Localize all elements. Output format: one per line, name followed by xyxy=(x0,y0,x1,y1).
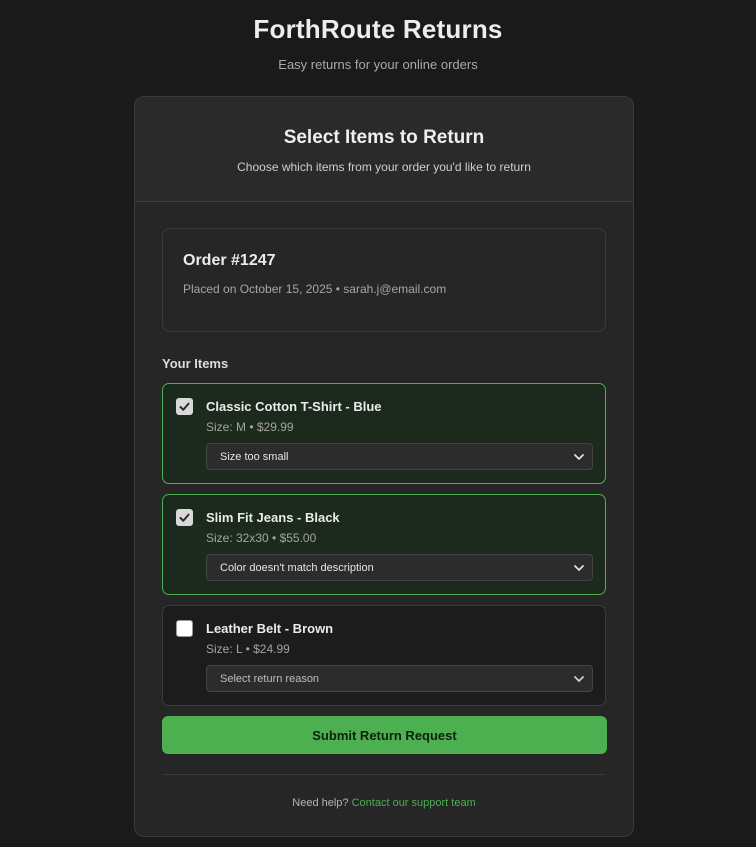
page-header: ForthRoute Returns Easy returns for your… xyxy=(0,0,756,96)
item-row[interactable]: Classic Cotton T-Shirt - Blue Size: M • … xyxy=(162,383,606,484)
item-meta: Size: M • $29.99 xyxy=(206,420,294,434)
return-reason-select[interactable]: Select return reason xyxy=(206,665,593,692)
item-meta: Size: L • $24.99 xyxy=(206,642,290,656)
item-name: Classic Cotton T-Shirt - Blue xyxy=(206,399,382,414)
card-title: Select Items to Return xyxy=(283,127,485,148)
item-name: Slim Fit Jeans - Black xyxy=(206,510,340,525)
order-summary: Order #1247 Placed on October 15, 2025 •… xyxy=(162,228,606,332)
chevron-down-icon xyxy=(574,565,584,571)
card-header: Select Items to Return Choose which item… xyxy=(135,97,633,202)
check-icon xyxy=(179,402,190,411)
item-checkbox[interactable] xyxy=(176,509,193,526)
help-line: Need help? Contact our support team xyxy=(162,797,606,809)
card-body: Order #1247 Placed on October 15, 2025 •… xyxy=(135,202,633,809)
item-name: Leather Belt - Brown xyxy=(206,621,334,636)
order-number: Order #1247 xyxy=(183,252,276,269)
help-prefix: Need help? xyxy=(292,797,349,809)
brand-tagline: Easy returns for your online orders xyxy=(278,57,478,72)
return-reason-value: Select return reason xyxy=(220,672,320,685)
order-meta: Placed on October 15, 2025 • sarah.j@ema… xyxy=(183,282,447,296)
return-card: Select Items to Return Choose which item… xyxy=(134,96,634,837)
chevron-down-icon xyxy=(574,676,584,682)
card-subtitle: Choose which items from your order you'd… xyxy=(237,160,531,174)
divider xyxy=(162,774,606,775)
return-reason-value: Size too small xyxy=(220,450,289,463)
item-row[interactable]: Slim Fit Jeans - Black Size: 32x30 • $55… xyxy=(162,494,606,595)
return-reason-select[interactable]: Size too small xyxy=(206,443,593,470)
brand-title: ForthRoute Returns xyxy=(253,14,503,44)
item-row[interactable]: Leather Belt - Brown Size: L • $24.99 Se… xyxy=(162,605,606,706)
submit-return-button[interactable]: Submit Return Request xyxy=(162,716,607,754)
return-reason-select[interactable]: Color doesn't match description xyxy=(206,554,593,581)
return-reason-value: Color doesn't match description xyxy=(220,561,374,574)
item-checkbox[interactable] xyxy=(176,398,193,415)
support-link[interactable]: Contact our support team xyxy=(352,797,476,809)
items-section-label: Your Items xyxy=(162,356,229,371)
item-checkbox[interactable] xyxy=(176,620,193,637)
item-meta: Size: 32x30 • $55.00 xyxy=(206,531,317,545)
chevron-down-icon xyxy=(574,454,584,460)
check-icon xyxy=(179,513,190,522)
items-list: Classic Cotton T-Shirt - Blue Size: M • … xyxy=(162,383,606,706)
